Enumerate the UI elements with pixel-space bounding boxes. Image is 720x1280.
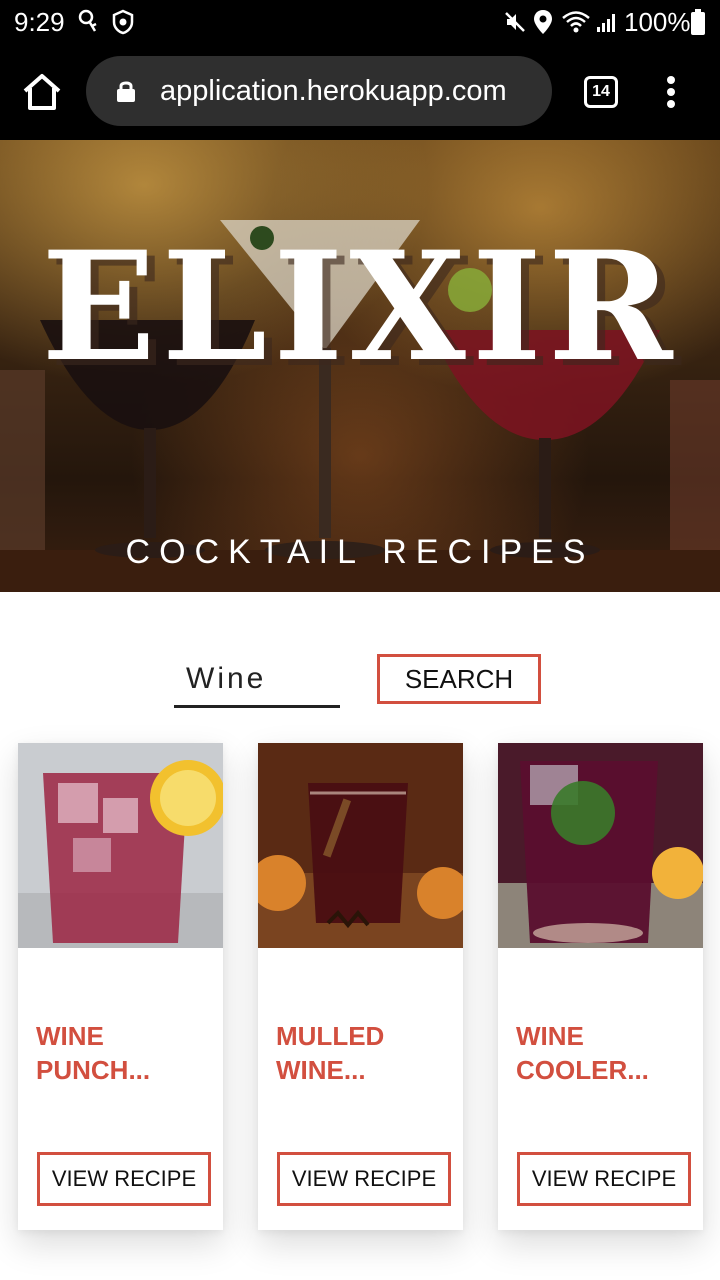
tab-switcher-button[interactable]: 14: [584, 76, 618, 108]
location-icon: [532, 8, 554, 36]
lock-icon: [117, 81, 135, 102]
status-time: 9:29: [14, 7, 65, 37]
home-button[interactable]: [20, 72, 64, 112]
hero-banner: ELIXIR COCKTAIL RECIPES: [0, 140, 720, 592]
recipe-card: WINE COOLER... VIEW RECIPE: [498, 743, 703, 1230]
browser-menu-button[interactable]: [660, 72, 682, 112]
recipe-image: [258, 743, 463, 948]
status-bar: 9:29 100%: [0, 0, 720, 44]
recipe-title: WINE COOLER...: [516, 1021, 649, 1085]
signal-icon: [594, 8, 620, 36]
url-text: application.herokuapp.com: [160, 75, 507, 107]
browser-toolbar: application.herokuapp.com 14: [0, 44, 720, 140]
home-icon: [23, 74, 61, 110]
mute-icon: [502, 8, 528, 36]
wifi-icon: [560, 8, 592, 36]
recipe-card: MULLED WINE... VIEW RECIPE: [258, 743, 463, 1230]
search-button[interactable]: SEARCH: [377, 654, 541, 704]
recipe-title: MULLED WINE...: [276, 1021, 385, 1085]
menu-dot: [667, 88, 675, 96]
hero-subtitle: COCKTAIL RECIPES: [125, 533, 595, 571]
recipe-card: WINE PUNCH... VIEW RECIPE: [18, 743, 223, 1230]
view-recipe-button[interactable]: VIEW RECIPE: [277, 1152, 451, 1206]
recipe-title: WINE PUNCH...: [36, 1021, 151, 1085]
view-recipe-button[interactable]: VIEW RECIPE: [37, 1152, 211, 1206]
search-input[interactable]: [174, 652, 340, 708]
menu-dot: [667, 100, 675, 108]
address-bar[interactable]: application.herokuapp.com: [86, 56, 552, 126]
view-recipe-button[interactable]: VIEW RECIPE: [517, 1152, 691, 1206]
recipe-image: [498, 743, 703, 948]
battery-icon: [690, 8, 706, 36]
recipe-image: [18, 743, 223, 948]
shield-notification-icon: [110, 8, 136, 36]
battery-percent: 100%: [624, 7, 691, 37]
menu-dot: [667, 76, 675, 84]
hero-title: ELIXIR: [41, 219, 679, 395]
key-notification-icon: [76, 8, 100, 36]
